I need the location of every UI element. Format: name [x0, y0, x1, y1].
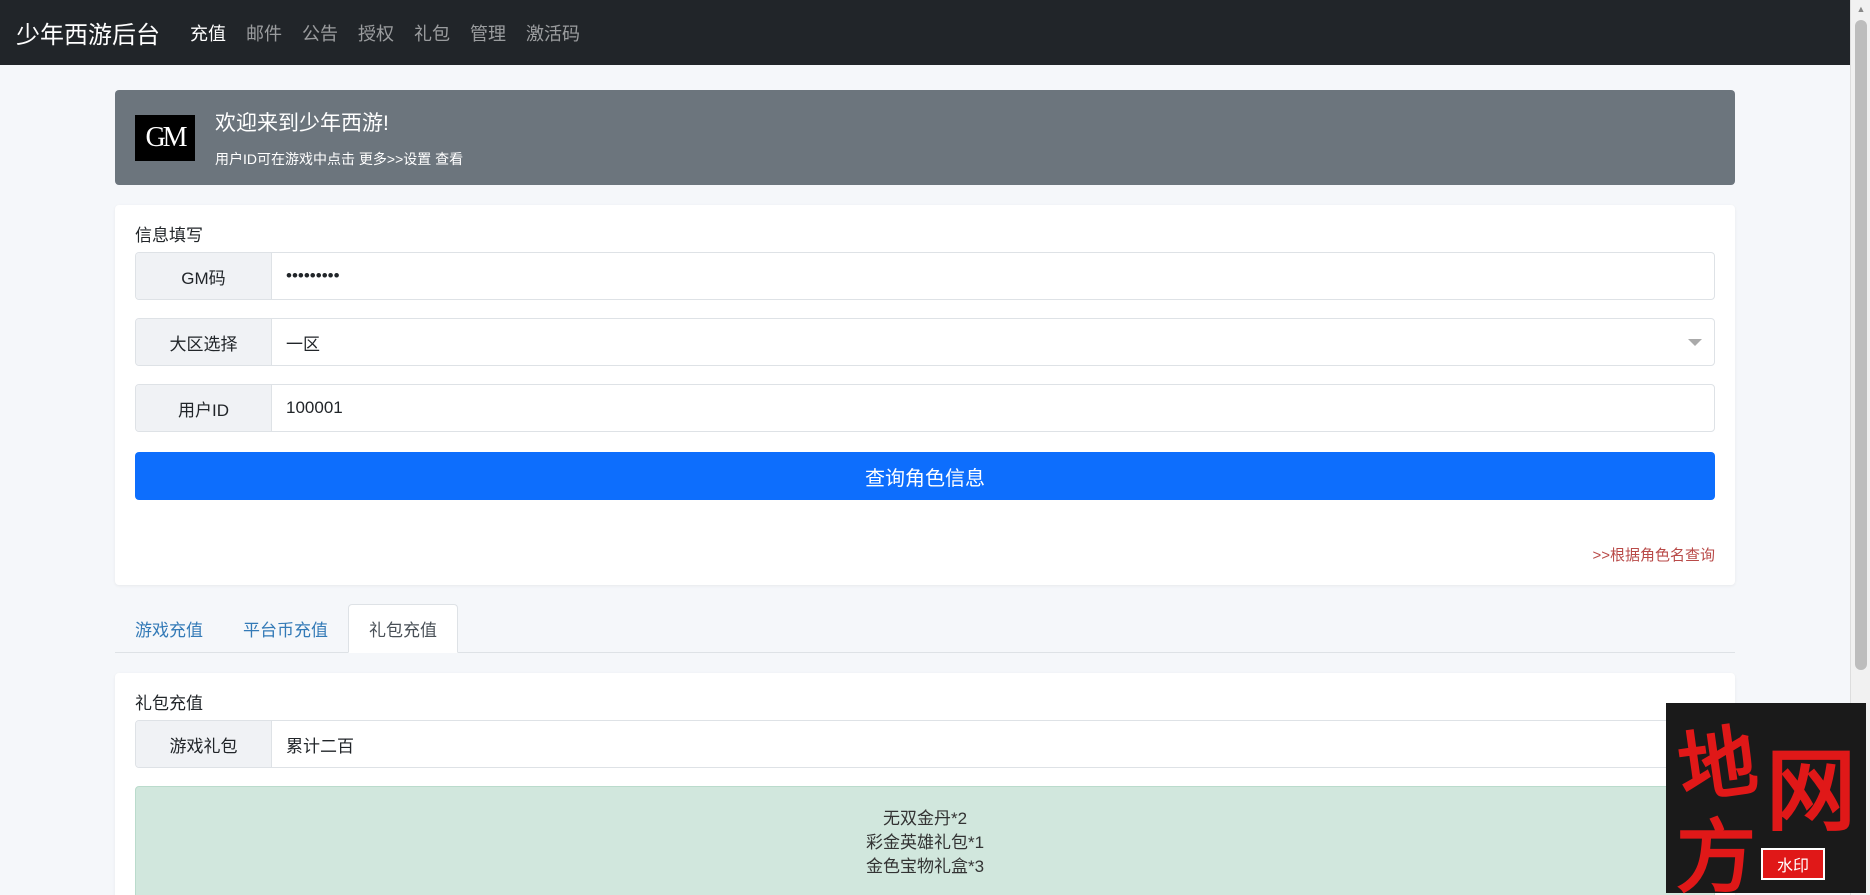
query-by-role-name-link[interactable]: >>根据角色名查询	[1592, 544, 1715, 565]
gift-package-group: 游戏礼包 累计二百	[135, 720, 1715, 768]
info-form-card: 信息填写 GM码 ••••••••• 大区选择 一区 用户ID 100001 查…	[115, 205, 1735, 585]
welcome-text: 欢迎来到少年西游! 用户ID可在游戏中点击 更多>>设置 查看	[215, 107, 463, 169]
region-group: 大区选择 一区	[135, 318, 1715, 366]
gift-content-item: 无双金丹*2	[882, 809, 968, 828]
nav-item-gift[interactable]: 礼包	[414, 20, 450, 46]
gm-code-group: GM码 •••••••••	[135, 252, 1715, 300]
nav-item-mail[interactable]: 邮件	[246, 20, 282, 46]
welcome-subtitle: 用户ID可在游戏中点击 更多>>设置 查看	[215, 150, 464, 167]
brand-title[interactable]: 少年西游后台	[16, 15, 160, 50]
tab-game-recharge[interactable]: 游戏充值	[115, 604, 223, 652]
nav-item-authorize[interactable]: 授权	[358, 20, 394, 46]
welcome-banner: GM 欢迎来到少年西游! 用户ID可在游戏中点击 更多>>设置 查看	[115, 90, 1735, 185]
gift-package-select[interactable]: 累计二百	[272, 721, 1714, 767]
info-form-title: 信息填写	[135, 226, 203, 245]
tab-gift-recharge[interactable]: 礼包充值	[348, 604, 458, 653]
query-role-button[interactable]: 查询角色信息	[135, 452, 1715, 500]
gift-contents-box: 无双金丹*2 彩金英雄礼包*1 金色宝物礼盒*3	[135, 786, 1715, 895]
nav-item-activation-code[interactable]: 激活码	[526, 20, 580, 46]
gift-content-item: 金色宝物礼盒*3	[865, 857, 985, 876]
gm-code-input[interactable]: •••••••••	[272, 253, 1714, 299]
watermark-char: 方	[1676, 810, 1756, 895]
nav-item-manage[interactable]: 管理	[470, 20, 506, 46]
region-label: 大区选择	[136, 319, 272, 365]
user-id-group: 用户ID 100001	[135, 384, 1715, 432]
region-select[interactable]: 一区	[272, 319, 1714, 365]
user-id-label: 用户ID	[136, 385, 272, 431]
top-navbar: 少年西游后台 充值 邮件 公告 授权 礼包 管理 激活码	[0, 0, 1850, 65]
watermark-logo: 地 网 方 水印	[1666, 703, 1866, 895]
watermark-char: 网	[1766, 738, 1856, 844]
gift-recharge-title: 礼包充值	[135, 694, 203, 713]
chevron-down-icon	[1688, 339, 1702, 346]
nav-item-announcement[interactable]: 公告	[302, 20, 338, 46]
region-selected-value: 一区	[286, 334, 320, 354]
gift-package-label: 游戏礼包	[136, 721, 272, 767]
gift-content-item: 彩金英雄礼包*1	[865, 833, 985, 852]
main-container: GM 欢迎来到少年西游! 用户ID可在游戏中点击 更多>>设置 查看 信息填写 …	[115, 90, 1735, 895]
scroll-thumb[interactable]	[1855, 20, 1867, 670]
gm-logo: GM	[135, 114, 195, 161]
gift-recharge-card: 礼包充值 游戏礼包 累计二百 无双金丹*2 彩金英雄礼包*1 金色宝物礼盒*3	[115, 673, 1735, 895]
nav-item-recharge[interactable]: 充值	[190, 20, 226, 46]
gm-code-label: GM码	[136, 253, 272, 299]
welcome-title: 欢迎来到少年西游!	[215, 111, 389, 135]
tab-platform-coin-recharge[interactable]: 平台币充值	[223, 604, 348, 652]
watermark-badge: 水印	[1761, 848, 1826, 880]
user-id-input[interactable]: 100001	[272, 385, 1714, 431]
recharge-tabs: 游戏充值 平台币充值 礼包充值	[115, 603, 1735, 653]
scroll-up-arrow-icon[interactable]: ▲	[1851, 0, 1870, 18]
